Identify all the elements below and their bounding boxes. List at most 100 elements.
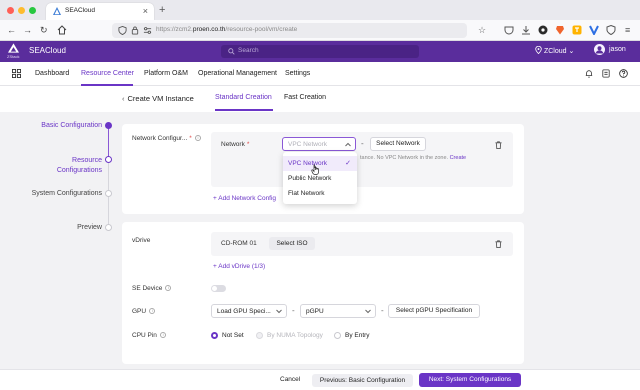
location-pin-icon xyxy=(535,46,542,54)
help-icon xyxy=(149,308,156,314)
create-network-link[interactable]: Create xyxy=(450,155,467,161)
trash-icon[interactable] xyxy=(495,141,502,149)
privacy-shield-icon[interactable] xyxy=(606,25,616,35)
brave-lion-icon[interactable] xyxy=(555,25,565,35)
download-icon[interactable] xyxy=(521,25,531,35)
close-window-button[interactable] xyxy=(7,7,14,14)
global-search-input[interactable]: Search xyxy=(221,45,419,58)
cpu-pin-label: CPU Pin xyxy=(132,332,166,339)
app-grid-icon[interactable] xyxy=(12,69,21,78)
trash-icon[interactable] xyxy=(495,240,502,248)
option-flat-network[interactable]: Flat Network xyxy=(283,186,357,201)
zone-selector[interactable]: ZCloud ⌄ xyxy=(535,46,574,55)
add-vdrive-link[interactable]: + Add vDrive (1/3) xyxy=(213,263,265,270)
se-device-label: SE Device xyxy=(132,285,172,292)
help-circle-icon[interactable] xyxy=(619,69,628,78)
chevron-down-icon: ⌄ xyxy=(568,48,575,55)
user-name: jason xyxy=(609,46,626,53)
nav-settings[interactable]: Settings xyxy=(285,70,310,77)
pocket-icon[interactable] xyxy=(504,25,514,35)
previous-button[interactable]: Previous: Basic Configuration xyxy=(312,374,413,387)
translate-icon[interactable] xyxy=(572,25,582,35)
select-iso-button[interactable]: Select ISO xyxy=(269,237,315,250)
back-arrow-icon[interactable]: ← xyxy=(7,24,16,36)
check-icon: ✓ xyxy=(345,160,351,167)
cancel-button[interactable]: Cancel xyxy=(280,376,300,383)
tab-title: SEACloud xyxy=(65,7,95,14)
step-system-configurations[interactable]: System Configurations xyxy=(20,190,102,197)
app-header: ZStack SEACloud Search ZCloud ⌄ jason xyxy=(0,41,640,62)
network-type-dropdown: VPC Network ✓ Public Network Flat Network xyxy=(283,152,357,204)
browser-tab[interactable]: SEACloud × xyxy=(46,3,154,20)
separator-dash: - xyxy=(381,306,384,315)
step-resource-configurations[interactable]: Resource Configurations xyxy=(30,156,102,176)
hand-pointer-cursor-icon xyxy=(311,164,319,175)
next-button[interactable]: Next: System Configurations xyxy=(419,373,521,387)
add-network-config-link[interactable]: + Add Network Config xyxy=(213,195,276,202)
browser-menu-icon[interactable]: ≡ xyxy=(625,24,630,36)
close-tab-icon[interactable]: × xyxy=(143,5,148,17)
gpu-type-select[interactable]: pGPU xyxy=(300,304,376,318)
seacloud-favicon-icon xyxy=(53,7,61,15)
select-pgpu-spec-button[interactable]: Select pGPU Specification xyxy=(388,304,480,318)
address-bar[interactable]: https://zcm2.proen.co.th/resource-pool/v… xyxy=(112,23,467,38)
cpu-pin-not-set-label[interactable]: Not Set xyxy=(222,332,244,339)
lock-icon xyxy=(131,26,139,35)
step-dot-resource xyxy=(105,156,112,163)
reload-icon[interactable]: ↻ xyxy=(40,24,48,36)
step-preview[interactable]: Preview xyxy=(20,224,102,231)
separator-dash: - xyxy=(292,306,295,315)
cpu-pin-numa-label[interactable]: By NUMA Topology xyxy=(267,332,323,339)
new-tab-button[interactable]: + xyxy=(159,3,165,17)
nav-platform-om[interactable]: Platform O&M xyxy=(144,70,188,77)
hardware-config-card: vDrive CD-ROM 01 Select ISO + Add vDrive… xyxy=(122,222,524,364)
chevron-down-icon xyxy=(365,309,371,314)
step-dot-preview xyxy=(105,224,112,231)
permissions-icon xyxy=(143,27,152,34)
maximize-window-button[interactable] xyxy=(29,7,36,14)
page-title: ‹ Create VM Instance xyxy=(122,94,194,103)
bookmark-star-icon[interactable]: ☆ xyxy=(478,24,486,36)
option-vpc-network[interactable]: VPC Network ✓ xyxy=(283,156,357,171)
minimize-window-button[interactable] xyxy=(18,7,25,14)
gpu-spec-value: Load GPU Speci... xyxy=(217,308,271,315)
step-dot-basic xyxy=(105,122,112,129)
help-icon xyxy=(159,332,166,338)
seacloud-logo-icon[interactable] xyxy=(8,43,19,53)
bell-icon[interactable] xyxy=(585,69,593,78)
vpn-extension-icon[interactable] xyxy=(589,25,599,35)
option-public-network[interactable]: Public Network xyxy=(283,171,357,186)
active-tab-indicator xyxy=(215,109,273,111)
browser-tab-strip: SEACloud × + xyxy=(0,0,640,20)
shield-icon xyxy=(118,26,127,35)
select-network-button[interactable]: Select Network xyxy=(370,137,426,151)
cpu-pin-entry-radio[interactable] xyxy=(334,332,341,339)
gpu-spec-select[interactable]: Load GPU Speci... xyxy=(211,304,287,318)
tab-standard-creation[interactable]: Standard Creation xyxy=(215,94,272,101)
search-icon xyxy=(228,48,235,55)
zone-name: ZCloud xyxy=(543,48,567,55)
network-select-placeholder: VPC Network xyxy=(288,141,328,148)
gpu-type-value: pGPU xyxy=(306,308,324,315)
extension-dark-icon[interactable] xyxy=(538,25,548,35)
network-field-label: Network * xyxy=(221,141,250,148)
nav-resource-center[interactable]: Resource Center xyxy=(81,70,134,77)
separator-dash: - xyxy=(361,139,364,148)
vdrive-entry: CD-ROM 01 Select ISO xyxy=(211,232,513,256)
cpu-pin-entry-label[interactable]: By Entry xyxy=(345,332,370,339)
cpu-pin-numa-radio[interactable] xyxy=(256,332,263,339)
chevron-left-icon[interactable]: ‹ xyxy=(122,94,125,103)
task-list-icon[interactable] xyxy=(602,69,610,78)
nav-operational-management[interactable]: Operational Management xyxy=(198,70,277,77)
gpu-label: GPU xyxy=(132,308,156,315)
main-nav: Dashboard Resource Center Platform O&M O… xyxy=(0,62,640,86)
network-type-select[interactable]: VPC Network xyxy=(282,137,356,151)
forward-arrow-icon[interactable]: → xyxy=(23,24,32,36)
cpu-pin-not-set-radio[interactable] xyxy=(211,332,218,339)
chevron-down-icon xyxy=(276,309,282,314)
home-icon[interactable] xyxy=(57,25,67,35)
se-device-toggle[interactable] xyxy=(211,285,226,292)
tab-fast-creation[interactable]: Fast Creation xyxy=(284,94,326,101)
step-basic-configuration[interactable]: Basic Configuration xyxy=(20,122,102,129)
nav-dashboard[interactable]: Dashboard xyxy=(35,70,69,77)
